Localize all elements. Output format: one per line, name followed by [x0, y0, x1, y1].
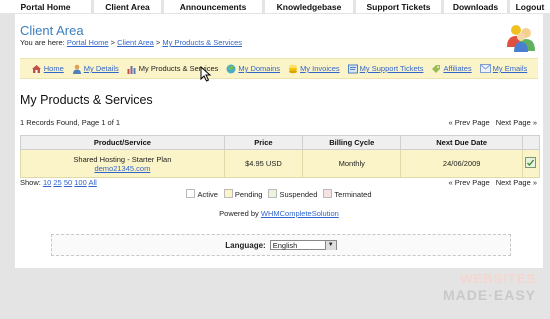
table-header-row: Product/Service Price Billing Cycle Next… [20, 135, 541, 150]
ticket-icon [347, 64, 358, 73]
status-legend: Active Pending Suspended Terminated [15, 189, 543, 199]
show-option-100[interactable]: 100 [74, 178, 87, 187]
email-icon [479, 64, 491, 73]
home-icon [31, 64, 41, 73]
users-icon [507, 25, 535, 52]
top-nav-client-area[interactable]: Client Area [94, 0, 161, 13]
top-nav-downloads[interactable]: Downloads [444, 0, 507, 13]
col-billing-cycle[interactable]: Billing Cycle [302, 135, 402, 150]
view-details-icon[interactable] [525, 157, 537, 168]
breadcrumb-separator: > [155, 38, 161, 47]
cell-product: Shared Hosting - Starter Plan demo21345.… [20, 149, 225, 178]
subnav-my-details-label[interactable]: My Details [84, 64, 119, 73]
show-option-50[interactable]: 50 [64, 178, 72, 187]
language-box: Language: English ▼ [51, 234, 511, 256]
legend-suspended-label: Suspended [279, 190, 318, 199]
top-nav-knowledgebase[interactable]: Knowledgebase [265, 0, 353, 13]
col-actions [521, 135, 541, 150]
client-area-title: Client Area [20, 23, 84, 38]
powered-by: Powered by WHMCompleteSolution [15, 209, 543, 218]
legend-pending-swatch [223, 189, 233, 198]
language-select[interactable]: English ▼ [269, 240, 337, 250]
subnav-my-invoices[interactable]: My Invoices [288, 64, 340, 74]
globe-icon [226, 64, 236, 73]
powered-by-link[interactable]: WHMCompleteSolution [261, 209, 339, 218]
subnav-my-emails-label[interactable]: My Emails [493, 64, 528, 73]
col-product-service[interactable]: Product/Service [20, 135, 225, 150]
show-label: Show: [20, 178, 41, 187]
show-option-10[interactable]: 10 [43, 178, 51, 187]
breadcrumb-prefix: You are here: [20, 38, 65, 47]
legend-suspended: Suspended [268, 189, 317, 199]
col-next-due-date[interactable]: Next Due Date [400, 135, 523, 150]
page-title: My Products & Services [20, 93, 153, 107]
show-per-page: Show: 10 25 50 100 All [20, 178, 97, 187]
products-table: Product/Service Price Billing Cycle Next… [20, 135, 541, 178]
watermark-logo: WEBSITES MADE·EASY [426, 271, 538, 307]
show-option-all[interactable]: All [88, 178, 96, 187]
table-row: Shared Hosting - Starter Plan demo21345.… [20, 149, 541, 178]
product-domain-link[interactable]: demo21345.com [94, 164, 150, 173]
mouse-cursor-icon [200, 66, 212, 82]
bar-chart-icon [127, 65, 136, 74]
breadcrumb-products[interactable]: My Products & Services [162, 38, 242, 47]
legend-suspended-swatch [268, 189, 278, 198]
top-nav-portal-home[interactable]: Portal Home [0, 0, 91, 13]
product-name: Shared Hosting - Starter Plan [73, 154, 172, 164]
cell-action [521, 149, 541, 178]
cell-billing-cycle: Monthly [302, 149, 402, 178]
legend-terminated-swatch [323, 189, 333, 198]
subnav-home[interactable]: Home [31, 64, 64, 74]
watermark-line2: MADE·EASY [442, 287, 536, 303]
breadcrumb-portal-home[interactable]: Portal Home [67, 38, 109, 47]
legend-pending-label: Pending [234, 190, 263, 199]
top-nav-announcements[interactable]: Announcements [164, 0, 262, 13]
legend-active: Active [186, 189, 218, 199]
language-value: English [272, 240, 298, 250]
legend-pending: Pending [223, 189, 263, 199]
prev-page-link[interactable]: « Prev Page [448, 178, 489, 187]
top-nav-support-tickets[interactable]: Support Tickets [356, 0, 441, 13]
subnav-my-invoices-label[interactable]: My Invoices [300, 64, 340, 73]
next-page-link[interactable]: Next Page » [496, 118, 537, 127]
top-nav: Portal Home Client Area Announcements Kn… [0, 0, 550, 14]
user-icon [72, 64, 81, 74]
subnav-my-support-tickets[interactable]: My Support Tickets [347, 64, 424, 74]
breadcrumb-separator: > [110, 38, 116, 47]
subnav-my-support-tickets-label[interactable]: My Support Tickets [360, 64, 424, 73]
legend-active-swatch [186, 189, 196, 198]
pager-bottom: « Prev Page Next Page » [448, 178, 537, 187]
show-option-25[interactable]: 25 [53, 178, 61, 187]
sub-nav: Home My Details My Products & Services M… [20, 58, 538, 79]
breadcrumb: You are here: Portal Home > Client Area … [20, 38, 242, 47]
legend-terminated-label: Terminated [334, 190, 372, 199]
chevron-down-icon: ▼ [324, 240, 336, 250]
watermark-line1: WEBSITES [460, 271, 536, 286]
subnav-affiliates[interactable]: Affiliates [431, 64, 472, 74]
legend-terminated: Terminated [323, 189, 372, 199]
col-price[interactable]: Price [223, 135, 304, 150]
cell-due-date: 24/06/2009 [400, 149, 523, 178]
cell-price: $4.95 USD [223, 149, 304, 178]
subnav-my-domains[interactable]: My Domains [226, 64, 280, 74]
subnav-my-emails[interactable]: My Emails [479, 64, 528, 73]
breadcrumb-client-area[interactable]: Client Area [117, 38, 154, 47]
subnav-affiliates-label[interactable]: Affiliates [443, 64, 471, 73]
tag-icon [432, 64, 441, 73]
powered-by-prefix: Powered by [219, 209, 259, 218]
next-page-link[interactable]: Next Page » [496, 178, 537, 187]
language-label: Language: [225, 240, 266, 250]
pager-top: « Prev Page Next Page » [448, 118, 537, 127]
legend-active-label: Active [197, 190, 218, 199]
records-count: 1 Records Found, Page 1 of 1 [20, 118, 121, 127]
subnav-my-details[interactable]: My Details [72, 64, 119, 74]
top-nav-logout[interactable]: Logout [510, 0, 550, 13]
coins-icon [289, 64, 298, 73]
prev-page-link[interactable]: « Prev Page [448, 118, 489, 127]
subnav-home-label[interactable]: Home [44, 64, 64, 73]
content-panel: Client Area You are here: Portal Home > … [15, 14, 543, 268]
subnav-my-domains-label[interactable]: My Domains [238, 64, 280, 73]
